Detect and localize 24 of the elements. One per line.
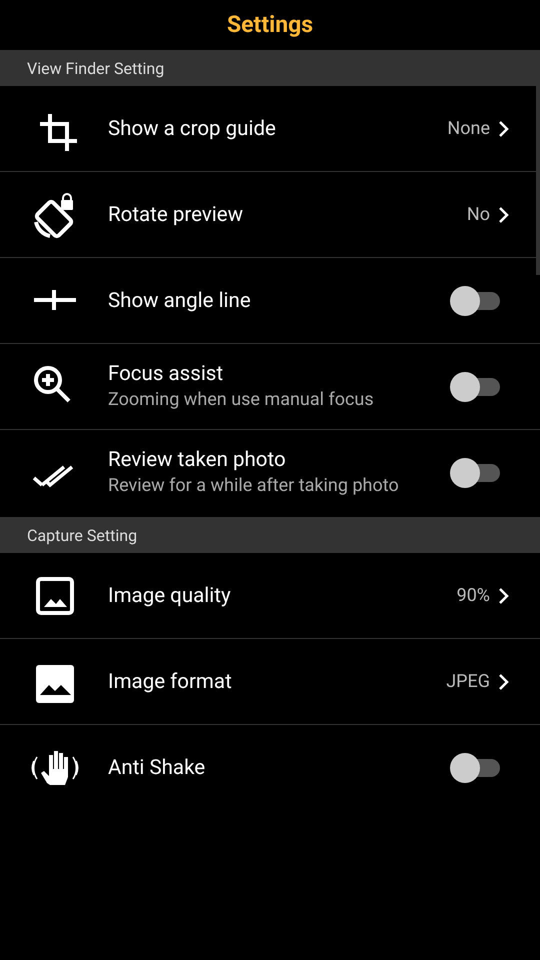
chevron-right-icon[interactable] xyxy=(498,206,510,224)
setting-description: Review for a while after taking photo xyxy=(108,474,400,498)
setting-label: Focus assist xyxy=(108,362,224,386)
setting-label: Show a crop guide xyxy=(108,116,277,140)
setting-label: Rotate preview xyxy=(108,202,244,226)
toggle-switch[interactable] xyxy=(450,752,502,784)
toggle-switch[interactable] xyxy=(450,457,502,489)
chevron-right-icon[interactable] xyxy=(498,586,510,604)
setting-label: Image format xyxy=(108,670,233,694)
chevron-right-icon[interactable] xyxy=(498,120,510,138)
setting-label: Anti Shake xyxy=(108,756,206,780)
setting-label: Image quality xyxy=(108,584,232,608)
setting-label: Show angle line xyxy=(108,288,252,312)
setting-value: None xyxy=(447,118,490,139)
toggle-switch[interactable] xyxy=(450,370,502,402)
setting-description: Zooming when use manual focus xyxy=(108,388,375,412)
setting-value: No xyxy=(466,204,490,225)
chevron-right-icon[interactable] xyxy=(498,672,510,690)
screen-title: Settings xyxy=(226,11,314,38)
setting-label: Review taken photo xyxy=(108,448,287,472)
section-header: Capture Setting xyxy=(0,517,540,553)
setting-value: 90% xyxy=(456,585,490,606)
toggle-switch[interactable] xyxy=(450,284,502,316)
setting-value: JPEG xyxy=(446,671,490,692)
